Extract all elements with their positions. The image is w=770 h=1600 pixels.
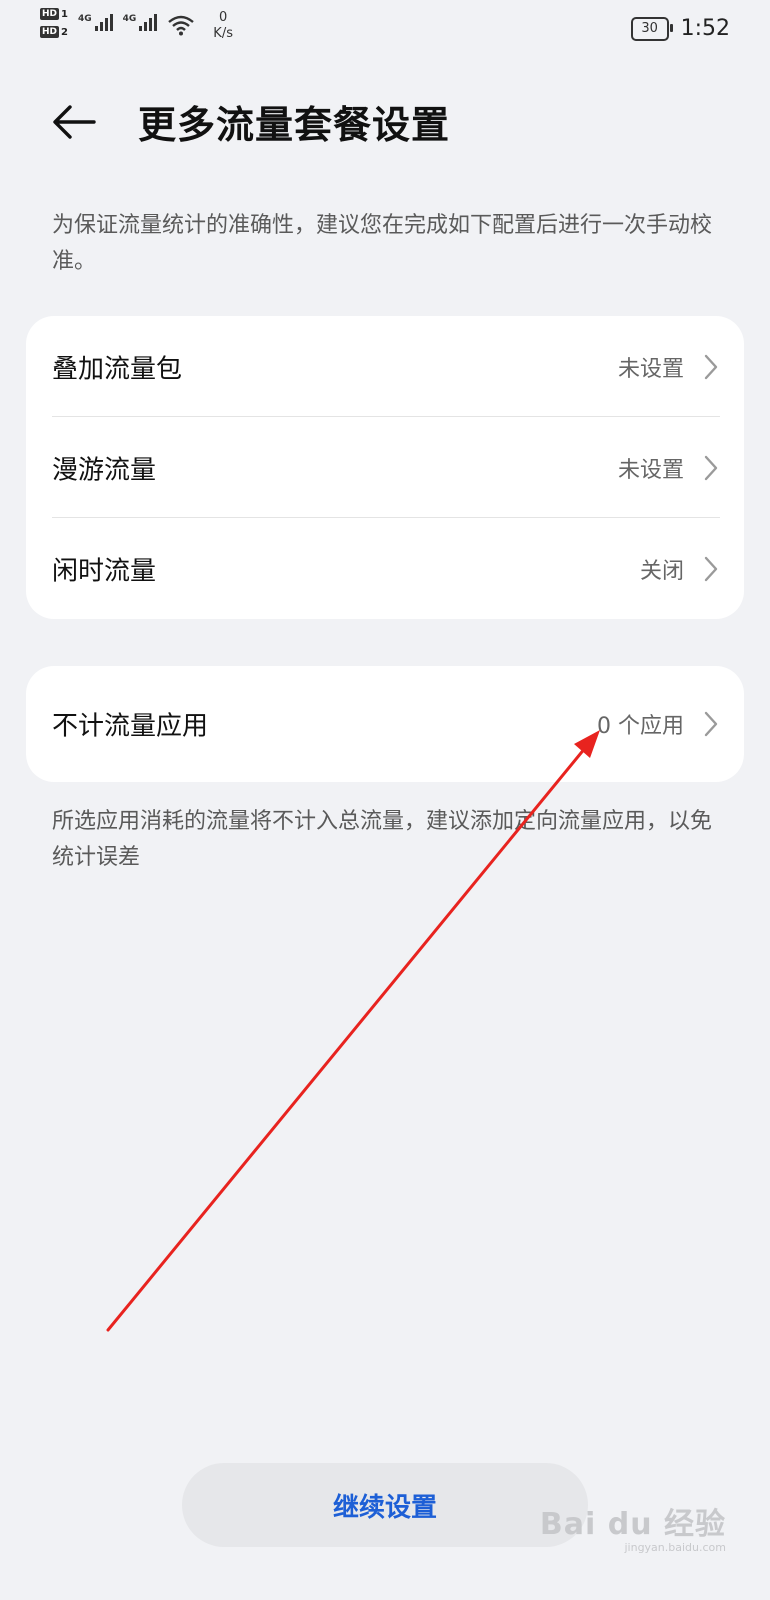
battery-icon: 30 — [630, 16, 673, 41]
exempt-apps-note: 所选应用消耗的流量将不计入总流量，建议添加定向流量应用，以免统计误差 — [52, 809, 713, 870]
settings-card: 叠加流量包 未设置 漫游流量 未设置 闲时流量 关闭 — [26, 316, 744, 619]
setting-label: 闲时流量 — [52, 556, 157, 586]
chevron-right-icon — [704, 455, 718, 480]
setting-row-exempt-apps[interactable]: 不计流量应用 0 个应用 — [26, 666, 744, 782]
setting-value: 关闭 — [639, 558, 684, 584]
chevron-right-icon — [704, 711, 718, 737]
signal-icon: 4G — [123, 14, 158, 31]
status-bar: HD 1 HD 2 4G 4G 0 K/s 30 1:52 — [0, 0, 770, 56]
back-arrow-icon[interactable] — [50, 98, 98, 146]
page-title: 更多流量套餐设置 — [138, 103, 451, 147]
hd-indicator-2: HD 2 — [40, 26, 68, 38]
wifi-icon — [168, 15, 195, 36]
setting-label: 不计流量应用 — [52, 711, 209, 742]
setting-label: 漫游流量 — [52, 455, 157, 485]
setting-value: 未设置 — [617, 356, 684, 382]
clock: 1:52 — [680, 16, 730, 41]
setting-value: 未设置 — [617, 457, 684, 483]
setting-label: 叠加流量包 — [52, 354, 183, 384]
signal-icon: 4G — [78, 14, 113, 31]
top-app-bar: 更多流量套餐设置 — [0, 80, 770, 160]
network-speed: 0 K/s — [213, 10, 233, 41]
setting-row-idle-time[interactable]: 闲时流量 关闭 — [26, 518, 744, 619]
hd-indicator-1: HD 1 — [40, 8, 68, 20]
setting-row-roaming[interactable]: 漫游流量 未设置 — [26, 417, 744, 518]
setting-value: 0 个应用 — [597, 714, 684, 739]
setting-row-addon-package[interactable]: 叠加流量包 未设置 — [26, 316, 744, 417]
hd-indicators: HD 1 HD 2 — [40, 8, 68, 38]
status-left: HD 1 HD 2 4G 4G 0 K/s — [40, 8, 233, 42]
continue-settings-button[interactable]: 继续设置 — [182, 1463, 588, 1547]
chevron-right-icon — [704, 556, 718, 581]
status-right: 30 1:52 — [630, 16, 730, 41]
chevron-right-icon — [704, 354, 718, 379]
intro-description: 为保证流量统计的准确性，建议您在完成如下配置后进行一次手动校准。 — [52, 213, 713, 274]
baidu-watermark: Bai du 经验 jingyan.baidu.com — [539, 1507, 726, 1554]
exempt-apps-card: 不计流量应用 0 个应用 — [26, 666, 744, 782]
